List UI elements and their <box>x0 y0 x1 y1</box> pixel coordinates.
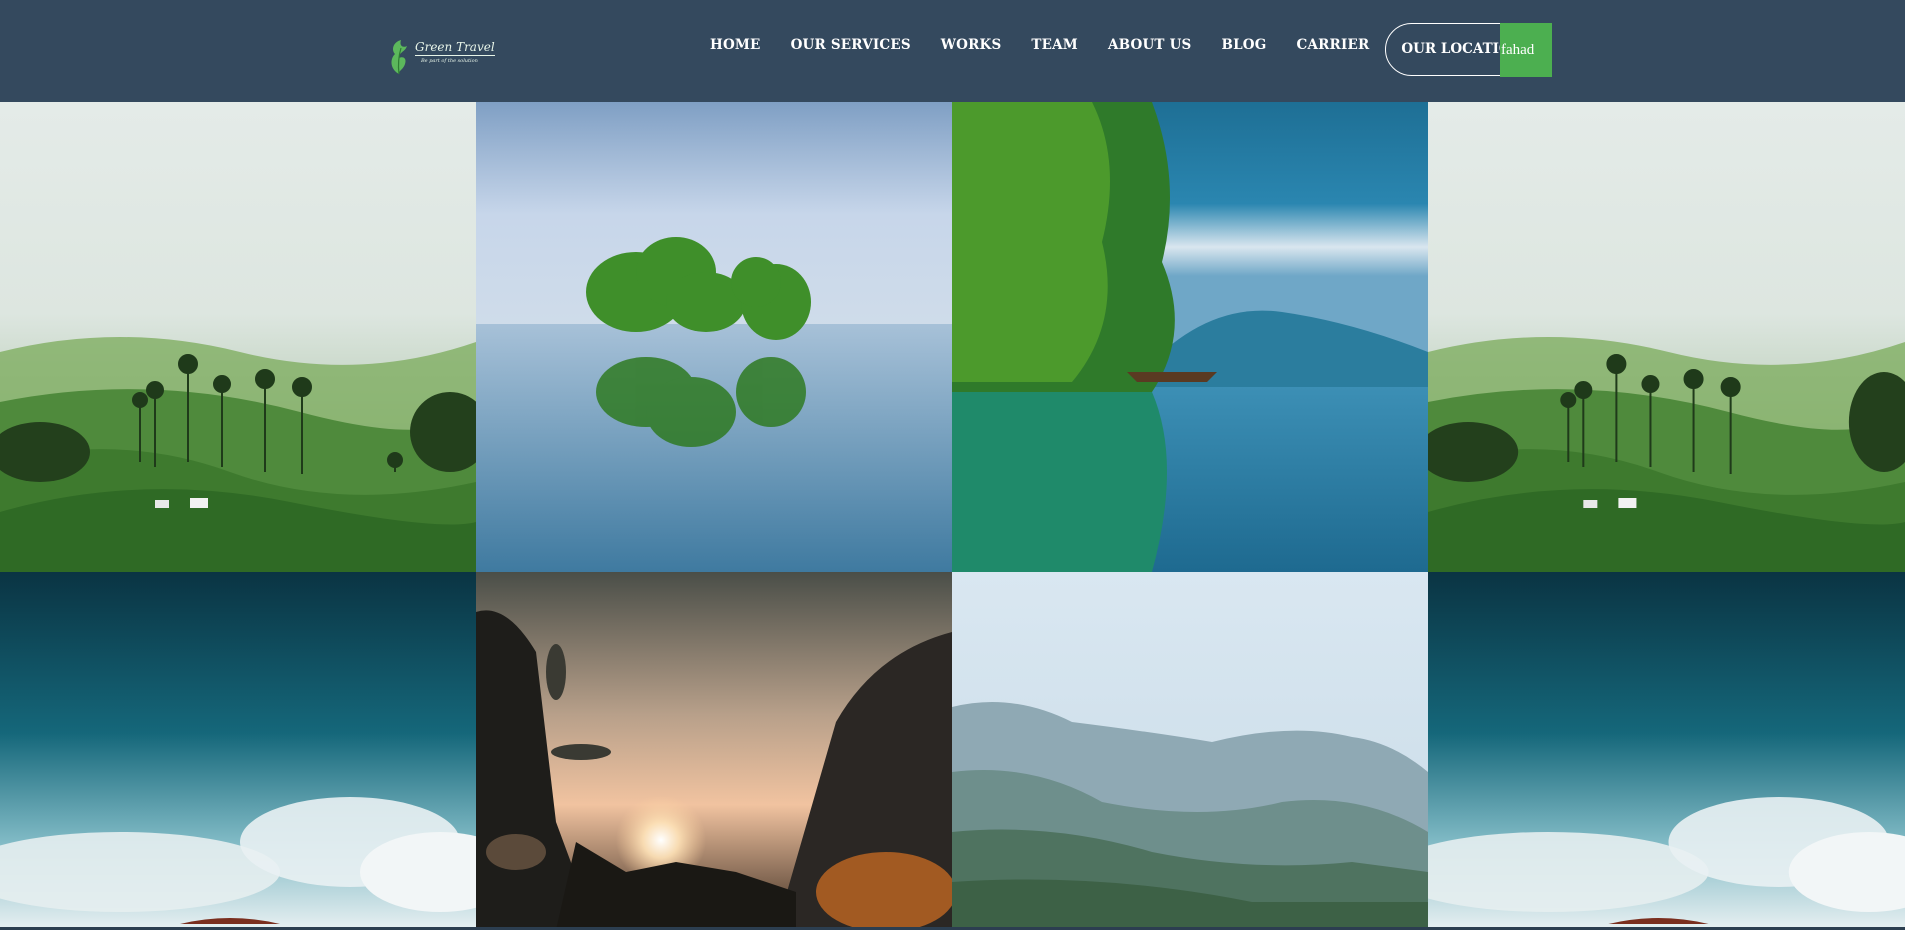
gallery-photo-misty-palms-2[interactable] <box>1428 102 1905 572</box>
misty-palms-image-2 <box>1428 102 1905 572</box>
gallery-photo-lake-trees[interactable] <box>476 102 952 572</box>
nav-our-services[interactable]: OUR SERVICES <box>791 37 911 53</box>
gallery-photo-hazy-mountains[interactable] <box>952 572 1428 930</box>
jungle-lake-image <box>952 102 1428 572</box>
teal-sky-image-2 <box>1428 572 1905 930</box>
nav-works[interactable]: WORKS <box>941 37 1002 53</box>
gallery-photo-teal-sky-2[interactable] <box>1428 572 1905 930</box>
teal-sky-image <box>0 572 476 930</box>
gallery-photo-jungle-lake[interactable] <box>952 102 1428 572</box>
user-button[interactable]: fahad <box>1500 23 1552 77</box>
lake-trees-image <box>476 102 952 572</box>
nav-about-us[interactable]: ABOUT US <box>1108 37 1192 53</box>
site-header: Green Travel Be part of the solution HOM… <box>0 0 1905 102</box>
sunset-forest-image <box>476 572 952 930</box>
nav-team[interactable]: TEAM <box>1031 37 1078 53</box>
gallery-photo-sunset-forest[interactable] <box>476 572 952 930</box>
main-nav: HOME OUR SERVICES WORKS TEAM ABOUT US BL… <box>710 22 1540 76</box>
nav-home[interactable]: HOME <box>710 37 761 53</box>
nav-carrier[interactable]: CARRIER <box>1297 37 1370 53</box>
logo-tagline: Be part of the solution <box>421 58 478 64</box>
leaf-logo-icon <box>391 40 407 75</box>
logo[interactable]: Green Travel Be part of the solution <box>385 32 495 80</box>
photo-gallery <box>0 102 1905 930</box>
gallery-photo-misty-palms[interactable] <box>0 102 476 572</box>
nav-blog[interactable]: BLOG <box>1222 37 1267 53</box>
logo-name: Green Travel <box>415 40 495 56</box>
hazy-mountains-image <box>952 572 1428 930</box>
misty-palms-image <box>0 102 476 572</box>
gallery-photo-teal-sky[interactable] <box>0 572 476 930</box>
